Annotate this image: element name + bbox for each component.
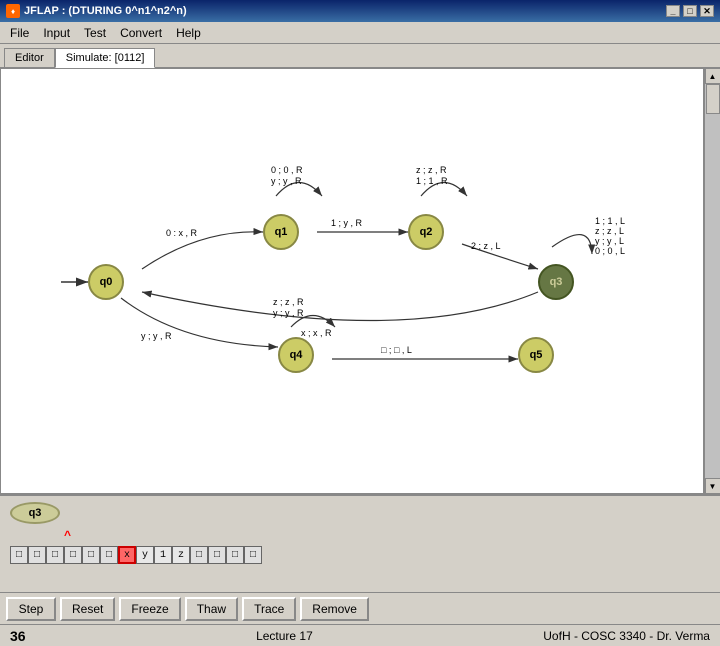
tabbar: EditorSimulate: [0112] (0, 44, 720, 68)
window-title: JFLAP : (DTURING 0^n1^n2^n) (24, 5, 187, 17)
svg-text:1 ; 1 , R: 1 ; 1 , R (416, 176, 448, 186)
tape-cell-11: □ (208, 546, 226, 564)
tape-cell-1: □ (28, 546, 46, 564)
course-info: UofH - COSC 3340 - Dr. Verma (543, 629, 710, 643)
tape-cell-9: z (172, 546, 190, 564)
tape-display-row: □□□□□□xy1z□□□□ (10, 546, 710, 564)
svg-text:y ; y , R: y ; y , R (271, 176, 302, 186)
button-bar: StepResetFreezeThawTraceRemove (0, 592, 720, 624)
state-q0[interactable]: q0 (88, 264, 124, 300)
diagram-canvas: 0 : x , R 0 ; 0 , R y ; y , R 1 ; y , R … (0, 68, 704, 494)
svg-text:z ; z , R: z ; z , R (273, 297, 304, 307)
scroll-up-button[interactable]: ▲ (705, 68, 720, 84)
menu-file[interactable]: File (4, 24, 35, 42)
svg-text:0 ; 0 , L: 0 ; 0 , L (595, 246, 625, 256)
svg-text:1 ; y , R: 1 ; y , R (331, 218, 363, 228)
titlebar: ♦ JFLAP : (DTURING 0^n1^n2^n) _ □ ✕ (0, 0, 720, 22)
tape-cell-2: □ (46, 546, 64, 564)
svg-text:x ; x , R: x ; x , R (301, 328, 332, 338)
svg-text:2 ; z , L: 2 ; z , L (471, 241, 501, 251)
footer: 36 Lecture 17 UofH - COSC 3340 - Dr. Ver… (0, 624, 720, 646)
state-q4[interactable]: q4 (278, 337, 314, 373)
current-state-display: q3 (10, 502, 60, 524)
tab-0[interactable]: Editor (4, 48, 55, 67)
step-button[interactable]: Step (6, 597, 56, 621)
svg-text:y ; y , R: y ; y , R (141, 331, 172, 341)
maximize-button[interactable]: □ (683, 5, 697, 17)
freeze-button[interactable]: Freeze (119, 597, 180, 621)
titlebar-controls[interactable]: _ □ ✕ (666, 5, 714, 17)
tape-cell-8: 1 (154, 546, 172, 564)
svg-text:0 ; 0 , R: 0 ; 0 , R (271, 165, 303, 175)
tape-cell-3: □ (64, 546, 82, 564)
scrollbar[interactable]: ▲ ▼ (704, 68, 720, 494)
tape-cell-0: □ (10, 546, 28, 564)
tab-1[interactable]: Simulate: [0112] (55, 48, 156, 68)
reset-button[interactable]: Reset (60, 597, 115, 621)
close-button[interactable]: ✕ (700, 5, 714, 17)
tape-cell-7: y (136, 546, 154, 564)
state-q5[interactable]: q5 (518, 337, 554, 373)
tape-cell-6: x (118, 546, 136, 564)
svg-text:z ; z , L: z ; z , L (595, 226, 624, 236)
lecture-title: Lecture 17 (256, 629, 313, 643)
svg-text:□ ; □ , L: □ ; □ , L (381, 345, 412, 355)
scroll-thumb[interactable] (706, 84, 720, 114)
svg-text:1 ; 1 , L: 1 ; 1 , L (595, 216, 625, 226)
svg-text:0 : x , R: 0 : x , R (166, 228, 198, 238)
main-area: 0 : x , R 0 ; 0 , R y ; y , R 1 ; y , R … (0, 68, 720, 494)
remove-button[interactable]: Remove (300, 597, 369, 621)
scroll-track (705, 84, 720, 478)
slide-number: 36 (10, 628, 26, 644)
app-icon: ♦ (6, 4, 20, 18)
titlebar-left: ♦ JFLAP : (DTURING 0^n1^n2^n) (6, 4, 187, 18)
svg-text:z ; z , R: z ; z , R (416, 165, 447, 175)
minimize-button[interactable]: _ (666, 5, 680, 17)
tape-cells: □□□□□□xy1z□□□□ (10, 546, 262, 564)
menu-convert[interactable]: Convert (114, 24, 168, 42)
state-q3[interactable]: q3 (538, 264, 574, 300)
state-q1[interactable]: q1 (263, 214, 299, 250)
scroll-down-button[interactable]: ▼ (705, 478, 720, 494)
state-tape-area: q3 ^ □□□□□□xy1z□□□□ (0, 496, 720, 592)
menu-input[interactable]: Input (37, 24, 76, 42)
svg-text:y ; y , R: y ; y , R (273, 308, 304, 318)
menu-test[interactable]: Test (78, 24, 112, 42)
menubar: FileInputTestConvertHelp (0, 22, 720, 44)
tape-cell-5: □ (100, 546, 118, 564)
svg-text:y ; y , L: y ; y , L (595, 236, 624, 246)
tape-cell-10: □ (190, 546, 208, 564)
tape-cell-12: □ (226, 546, 244, 564)
tape-cell-13: □ (244, 546, 262, 564)
state-q2[interactable]: q2 (408, 214, 444, 250)
menu-help[interactable]: Help (170, 24, 207, 42)
bottom-panel: q3 ^ □□□□□□xy1z□□□□ StepResetFreezeThawT… (0, 494, 720, 624)
thaw-button[interactable]: Thaw (185, 597, 238, 621)
trace-button[interactable]: Trace (242, 597, 296, 621)
tape-cell-4: □ (82, 546, 100, 564)
